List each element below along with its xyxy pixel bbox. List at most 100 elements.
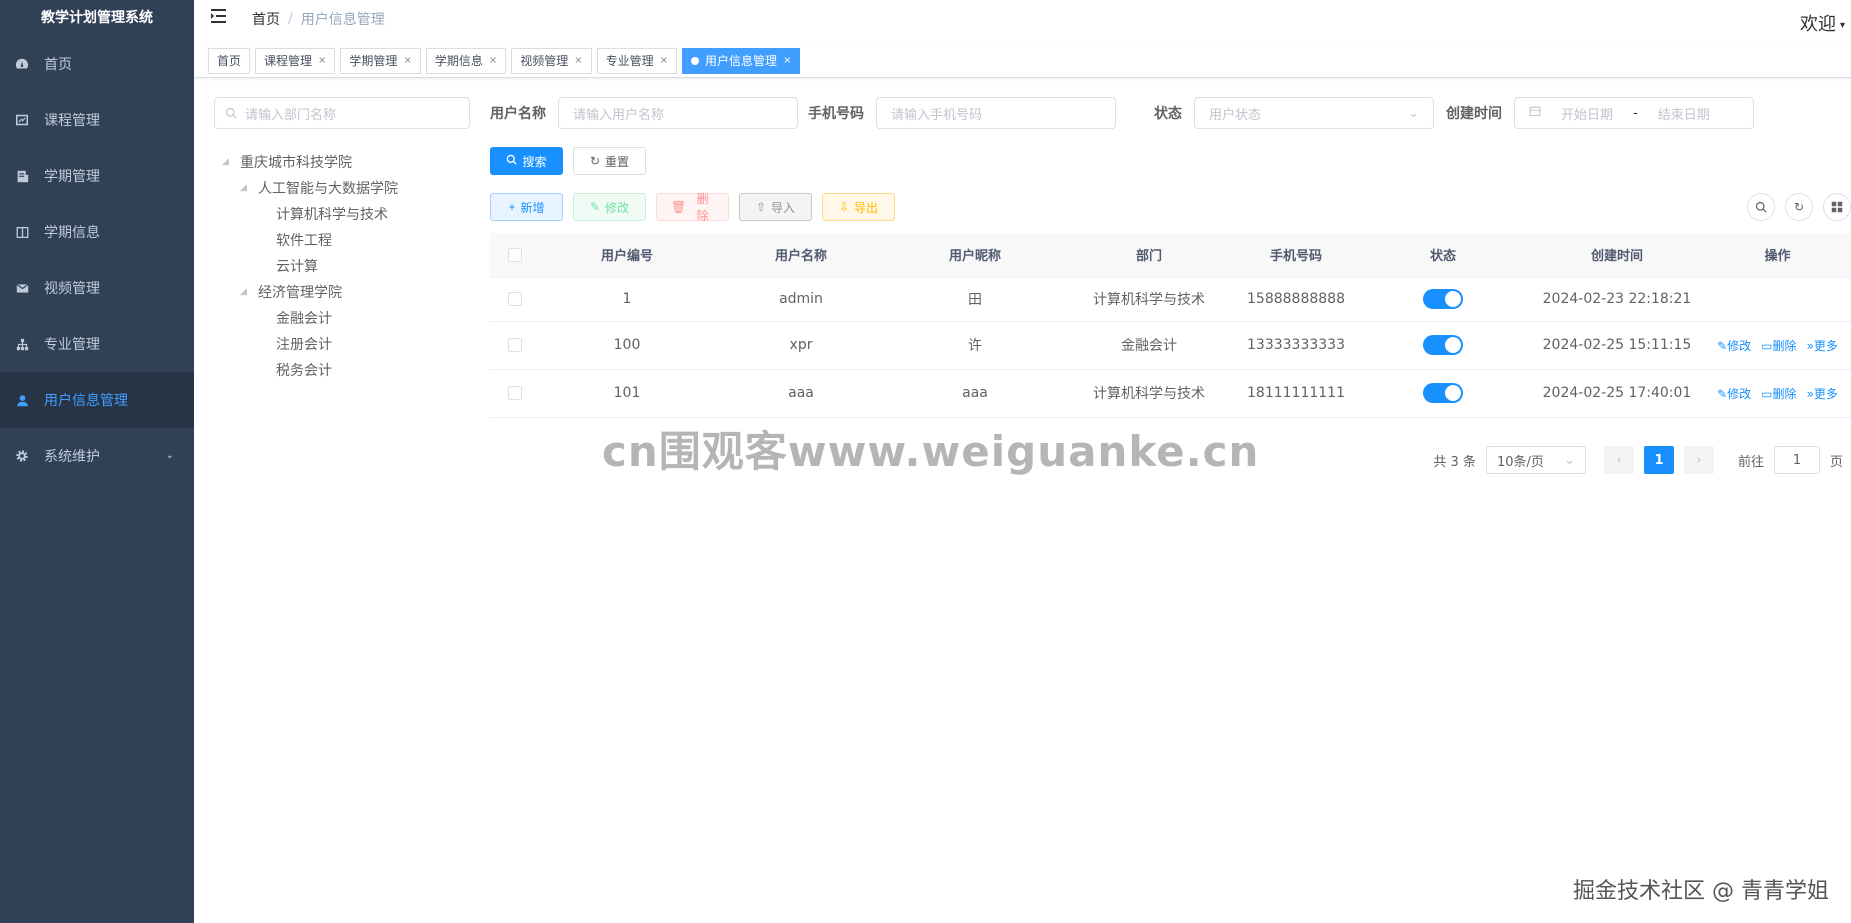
tag-term-info[interactable]: 学期信息 × bbox=[425, 47, 507, 74]
import-button[interactable]: ⇧ 导入 bbox=[739, 193, 812, 221]
search-icon bbox=[506, 154, 518, 168]
row-more-link[interactable]: »更多 bbox=[1807, 339, 1838, 353]
sidebar-item-term[interactable]: 学期管理 bbox=[0, 148, 194, 204]
close-icon[interactable]: × bbox=[783, 49, 791, 73]
page-suffix: 页 bbox=[1829, 454, 1843, 470]
tree-node[interactable]: ◢计算机科学与技术 bbox=[214, 201, 470, 227]
row-edit-link[interactable]: ✎修改 bbox=[1717, 387, 1751, 401]
page-size-select[interactable]: 10条/页 ⌄ bbox=[1485, 446, 1586, 474]
close-icon[interactable]: × bbox=[574, 49, 582, 73]
close-icon[interactable]: × bbox=[403, 49, 411, 73]
created-label: 创建时间 bbox=[1446, 106, 1502, 122]
add-button[interactable]: + 新增 bbox=[490, 193, 563, 221]
ops-cell bbox=[1704, 277, 1851, 322]
status-switch[interactable] bbox=[1423, 335, 1463, 355]
tag-video[interactable]: 视频管理 × bbox=[511, 47, 592, 74]
active-dot bbox=[691, 56, 700, 65]
reset-button[interactable]: ↻ 重置 bbox=[573, 147, 646, 175]
sidebar-item-label: 学期管理 bbox=[44, 169, 100, 185]
tag-major[interactable]: 专业管理 × bbox=[596, 47, 678, 74]
page-number-button[interactable]: 1 bbox=[1643, 446, 1674, 474]
hamburger-icon[interactable] bbox=[210, 8, 230, 28]
dept-search-placeholder: 请输入部门名称 bbox=[245, 107, 337, 123]
nickname-cell: 田 bbox=[888, 277, 1062, 322]
row-delete-label: 删除 bbox=[1772, 338, 1797, 353]
close-icon[interactable]: × bbox=[318, 49, 326, 73]
tag-term[interactable]: 学期管理 × bbox=[340, 47, 421, 74]
sidebar-item-user-info[interactable]: 用户信息管理 bbox=[0, 372, 194, 428]
row-select-cell bbox=[490, 321, 540, 370]
caret-down-icon[interactable]: ◢ bbox=[240, 287, 252, 297]
tree-node[interactable]: ◢ 经济管理学院 bbox=[214, 279, 470, 305]
delete-button[interactable]: 🗑 删除 bbox=[656, 192, 729, 223]
sidebar-item-term-info[interactable]: 学期信息 bbox=[0, 204, 194, 260]
tree-node-label: 重庆城市科技学院 bbox=[240, 155, 352, 171]
status-switch[interactable] bbox=[1423, 383, 1463, 403]
status-select[interactable]: 用户状态 ⌄ bbox=[1194, 97, 1434, 129]
table-row[interactable]: 100 xpr 许 金融会计 13333333333 2024-02-25 15… bbox=[490, 321, 1851, 370]
row-delete-link[interactable]: ▭删除 bbox=[1761, 339, 1796, 353]
tree-node-label: 税务会计 bbox=[276, 363, 332, 379]
row-select-cell bbox=[490, 369, 540, 418]
tree-node[interactable]: ◢注册会计 bbox=[214, 331, 470, 357]
trash-icon: ▭ bbox=[1761, 386, 1773, 401]
row-more-label: 更多 bbox=[1813, 338, 1838, 353]
user-id-cell: 100 bbox=[540, 321, 714, 370]
tags-view: 首页 课程管理 × 学期管理 × 学期信息 × 视频管理 × 专业管理 × 用户信息管理 × bbox=[194, 44, 1851, 78]
tag-course[interactable]: 课程管理 × bbox=[255, 47, 336, 74]
prev-page-button[interactable]: ‹ bbox=[1603, 446, 1634, 474]
welcome-text: 欢迎 bbox=[1799, 14, 1836, 35]
column-header: 手机号码 bbox=[1236, 233, 1356, 278]
tag-home[interactable]: 首页 bbox=[208, 47, 251, 74]
next-page-button[interactable]: › bbox=[1683, 446, 1714, 474]
sidebar-item-course[interactable]: 课程管理 bbox=[0, 92, 194, 148]
caret-down-icon: ▾ bbox=[1839, 19, 1845, 31]
caret-down-icon[interactable]: ◢ bbox=[240, 183, 252, 193]
tree-node-label: 云计算 bbox=[276, 259, 318, 275]
sidebar-item-system[interactable]: 系统维护 ⌄ bbox=[0, 428, 194, 484]
table-row[interactable]: 101 aaa aaa 计算机科学与技术 18111111111 2024-02… bbox=[490, 369, 1851, 418]
export-button[interactable]: ⇩ 导出 bbox=[822, 193, 895, 221]
columns-button[interactable] bbox=[1823, 193, 1851, 221]
tree-node[interactable]: ◢ 人工智能与大数据学院 bbox=[214, 175, 470, 201]
row-checkbox[interactable] bbox=[508, 338, 522, 352]
row-checkbox[interactable] bbox=[508, 292, 522, 306]
search-button[interactable]: 搜索 bbox=[490, 147, 563, 175]
username-input[interactable]: 请输入用户名称 bbox=[558, 97, 798, 129]
row-more-link[interactable]: »更多 bbox=[1807, 387, 1838, 401]
tree-node[interactable]: ◢金融会计 bbox=[214, 305, 470, 331]
nickname-cell: aaa bbox=[888, 369, 1062, 418]
search-toggle-button[interactable] bbox=[1747, 193, 1775, 221]
caret-down-icon[interactable]: ◢ bbox=[222, 157, 234, 167]
tag-user-info[interactable]: 用户信息管理 × bbox=[682, 47, 801, 74]
row-checkbox[interactable] bbox=[508, 386, 522, 400]
row-edit-link[interactable]: ✎修改 bbox=[1717, 339, 1751, 353]
tree-node[interactable]: ◢云计算 bbox=[214, 253, 470, 279]
tree-node[interactable]: ◢ 重庆城市科技学院 bbox=[214, 149, 470, 175]
select-all-checkbox[interactable] bbox=[508, 247, 522, 262]
status-switch[interactable] bbox=[1423, 289, 1463, 309]
tree-node[interactable]: ◢软件工程 bbox=[214, 227, 470, 253]
tree-node-label: 注册会计 bbox=[276, 337, 332, 353]
column-header: 用户昵称 bbox=[888, 233, 1062, 278]
user-menu[interactable]: 欢迎 ▾ bbox=[1800, 10, 1845, 36]
phone-input[interactable]: 请输入手机号码 bbox=[876, 97, 1116, 129]
sidebar-item-home[interactable]: 首页 bbox=[0, 36, 194, 92]
close-icon[interactable]: × bbox=[489, 49, 497, 73]
date-range-picker[interactable]: 开始日期 - 结束日期 bbox=[1514, 97, 1754, 129]
sidebar-item-major[interactable]: 专业管理 bbox=[0, 316, 194, 372]
edit-button[interactable]: ✎ 修改 bbox=[573, 193, 646, 221]
table-row[interactable]: 1 admin 田 计算机科学与技术 15888888888 2024-02-2… bbox=[490, 277, 1851, 322]
dept-search-input[interactable]: 请输入部门名称 bbox=[214, 97, 470, 129]
search-button-label: 搜索 bbox=[522, 154, 547, 169]
search-form: 用户名称 请输入用户名称 手机号码 请输入手机号码 状态 用户状态 ⌄ 创建时间 … bbox=[490, 97, 1851, 129]
tree-node[interactable]: ◢税务会计 bbox=[214, 357, 470, 383]
goto-page-input[interactable]: 1 bbox=[1773, 446, 1820, 474]
ops-cell: ✎修改 ▭删除 »更多 bbox=[1704, 321, 1851, 370]
row-delete-link[interactable]: ▭删除 bbox=[1761, 387, 1796, 401]
sidebar-item-video[interactable]: 视频管理 bbox=[0, 260, 194, 316]
sidebar-item-label: 学期信息 bbox=[44, 225, 100, 241]
refresh-button[interactable]: ↻ bbox=[1785, 193, 1813, 221]
breadcrumb-home[interactable]: 首页 bbox=[252, 9, 280, 29]
close-icon[interactable]: × bbox=[660, 49, 668, 73]
